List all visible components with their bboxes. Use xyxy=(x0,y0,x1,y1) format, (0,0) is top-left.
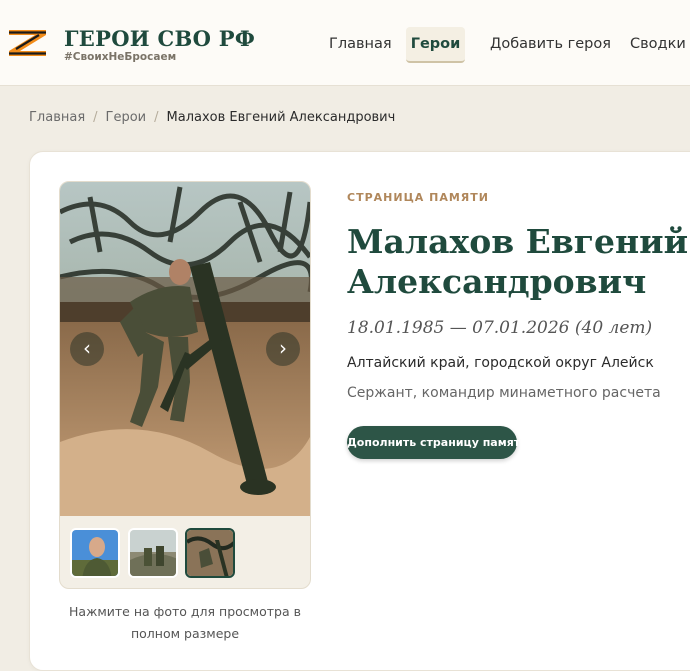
breadcrumb-separator: / xyxy=(154,110,159,125)
breadcrumb-separator: / xyxy=(93,110,98,125)
hero-place: Алтайский край, городской округ Алейск xyxy=(347,355,654,371)
nav-reports[interactable]: Сводки xyxy=(630,36,686,52)
breadcrumb: Главная / Герои / Малахов Евгений Александро… xyxy=(29,110,395,125)
supplement-memory-button[interactable]: Дополнить страницу памяти xyxy=(347,426,528,459)
ribbon-logo-icon[interactable] xyxy=(6,24,50,60)
breadcrumb-current: Малахов Евгений Александрович xyxy=(166,110,396,125)
gallery-thumbnail[interactable] xyxy=(128,528,178,578)
hero-dates: 18.01.1985 — 07.01.2026 (40 лет) xyxy=(347,318,653,338)
gallery-thumbnail[interactable] xyxy=(70,528,120,578)
breadcrumb-heroes[interactable]: Герои xyxy=(106,110,147,125)
photo-caption: Нажмите на фото для просмотра в полном р… xyxy=(69,604,301,641)
hero-rank: Сержант, командир минаметного расчета xyxy=(347,385,661,401)
nav-heroes[interactable]: Герои xyxy=(406,27,465,63)
breadcrumb-home[interactable]: Главная xyxy=(29,110,85,125)
carousel-prev-button[interactable]: ‹ xyxy=(70,332,104,366)
carousel-next-button[interactable]: › xyxy=(266,332,300,366)
nav-home[interactable]: Главная xyxy=(329,36,392,52)
nav-add-hero[interactable]: Добавить героя xyxy=(490,36,611,52)
gallery-thumbnail[interactable] xyxy=(185,528,235,578)
brand-title[interactable]: ГЕРОИ СВО РФ xyxy=(64,26,255,51)
photo-gallery: ‹ › xyxy=(59,181,311,589)
hero-name: Малахов Евгений Александрович xyxy=(347,222,689,301)
brand-tagline: #СвоихНеБросаем xyxy=(64,51,177,63)
memory-page-label: СТРАНИЦА ПАМЯТИ xyxy=(347,191,489,204)
site-header: ГЕРОИ СВО РФ #СвоихНеБросаем Главная Гер… xyxy=(0,0,690,86)
